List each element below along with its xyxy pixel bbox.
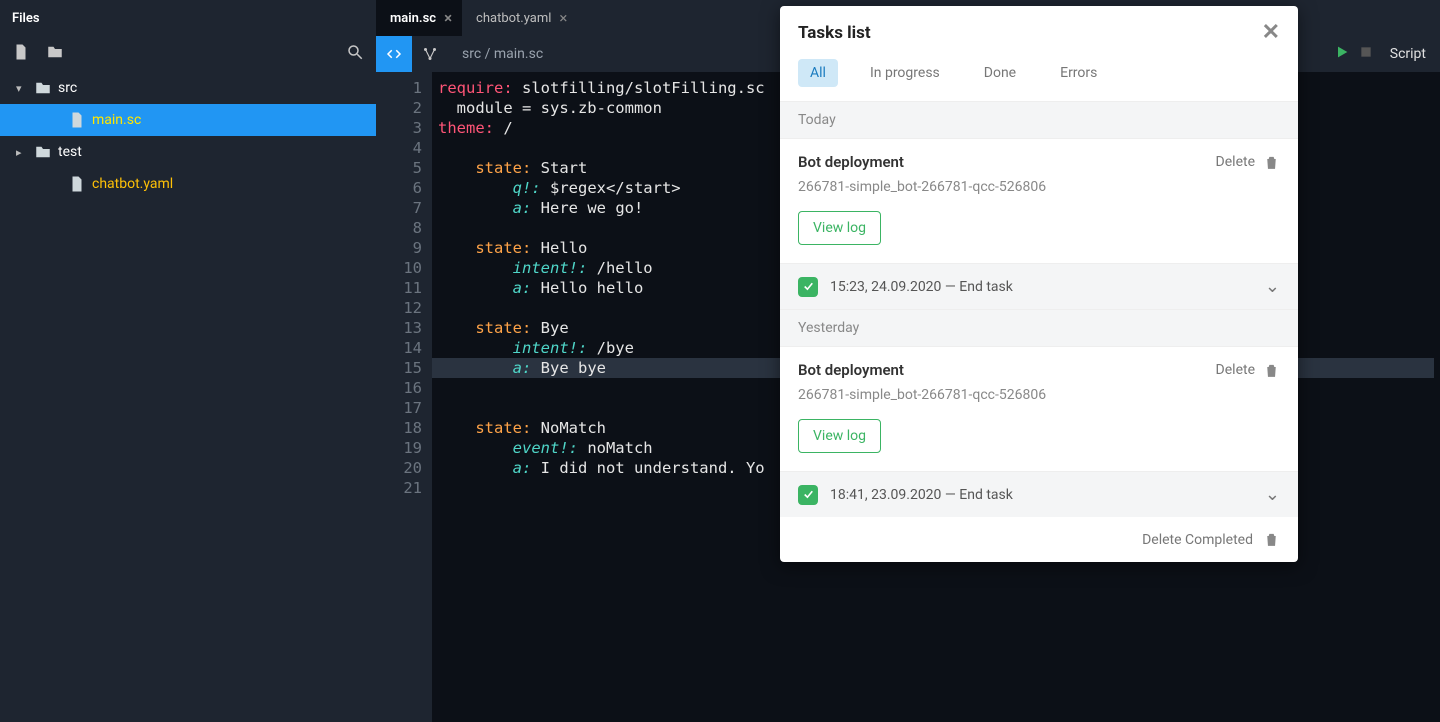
close-icon[interactable]: ✕ <box>1262 20 1280 45</box>
task-card: Bot deployment Delete 266781-simple_bot-26… <box>780 347 1298 471</box>
task-delete-button[interactable]: Delete <box>1216 154 1280 171</box>
editor-tab[interactable]: main.sc × <box>376 0 462 36</box>
task-delete-button[interactable]: Delete <box>1216 362 1280 379</box>
new-file-icon[interactable] <box>12 43 30 65</box>
tree-label: test <box>58 144 82 160</box>
stop-icon[interactable] <box>1358 44 1374 64</box>
file-row[interactable]: chatbot.yaml <box>0 168 376 200</box>
task-meta-text: 15:23, 24.09.2020 — End task <box>830 279 1013 295</box>
sidebar-title: Files <box>0 0 376 36</box>
folder-row[interactable]: ▸test <box>0 136 376 168</box>
tab-close-icon[interactable]: × <box>444 9 452 27</box>
view-log-button[interactable]: View log <box>798 419 881 453</box>
code-mode-button[interactable] <box>376 36 412 72</box>
tree-label: chatbot.yaml <box>92 176 173 192</box>
editor-right-toolbar: Script <box>1334 36 1440 72</box>
check-icon <box>798 277 818 297</box>
trash-icon <box>1263 362 1280 379</box>
task-meta-text: 18:41, 23.09.2020 — End task <box>830 487 1013 503</box>
folder-icon <box>34 79 52 97</box>
trash-icon[interactable] <box>1263 531 1280 548</box>
chevron-down-icon[interactable]: ⌄ <box>1265 484 1280 505</box>
folder-icon <box>34 143 52 161</box>
filter-done[interactable]: Done <box>972 59 1028 87</box>
task-title: Bot deployment <box>798 361 904 379</box>
tasks-panel: Tasks list ✕ All In progress Done Errors To… <box>780 6 1298 562</box>
task-subtitle: 266781-simple_bot-266781-qcc-526806 <box>798 387 1280 403</box>
task-meta-row[interactable]: 15:23, 24.09.2020 — End task ⌄ <box>780 263 1298 309</box>
trash-icon <box>1263 154 1280 171</box>
delete-completed-button[interactable]: Delete Completed <box>1142 532 1253 548</box>
file-tree: ▾src main.sc ▸test chatbot.yaml <box>0 72 376 200</box>
breadcrumb: src / main.sc <box>448 46 543 62</box>
chevron-down-icon[interactable]: ⌄ <box>1265 276 1280 297</box>
tree-label: src <box>58 80 77 96</box>
tree-label: main.sc <box>92 112 141 128</box>
tasks-filters: All In progress Done Errors <box>780 59 1298 101</box>
filter-all[interactable]: All <box>798 59 838 87</box>
check-icon <box>798 485 818 505</box>
folder-row[interactable]: ▾src <box>0 72 376 104</box>
editor-tab[interactable]: chatbot.yaml × <box>462 0 577 36</box>
line-gutter: 123456789101112131415161718192021 <box>376 72 432 722</box>
filter-in-progress[interactable]: In progress <box>858 59 952 87</box>
task-meta-row[interactable]: 18:41, 23.09.2020 — End task ⌄ <box>780 471 1298 517</box>
new-folder-icon[interactable] <box>46 43 64 65</box>
task-subtitle: 266781-simple_bot-266781-qcc-526806 <box>798 179 1280 195</box>
graph-mode-button[interactable] <box>412 36 448 72</box>
file-row[interactable]: main.sc <box>0 104 376 136</box>
tasks-section-label: Yesterday <box>780 309 1298 347</box>
file-sidebar: Files ▾src main.sc ▸test chatbot.yaml <box>0 0 376 722</box>
tab-label: main.sc <box>390 11 436 26</box>
run-icon[interactable] <box>1334 44 1350 64</box>
view-log-button[interactable]: View log <box>798 211 881 245</box>
tasks-footer: Delete Completed <box>780 517 1298 562</box>
sidebar-toolbar <box>0 36 376 72</box>
file-icon <box>68 111 86 129</box>
search-icon[interactable] <box>346 43 364 65</box>
tab-label: chatbot.yaml <box>476 11 551 26</box>
tab-close-icon[interactable]: × <box>559 9 567 27</box>
filter-errors[interactable]: Errors <box>1048 59 1109 87</box>
tasks-title: Tasks list <box>798 23 871 43</box>
tasks-section-label: Today <box>780 101 1298 139</box>
file-icon <box>68 175 86 193</box>
task-title: Bot deployment <box>798 153 904 171</box>
task-card: Bot deployment Delete 266781-simple_bot-26… <box>780 139 1298 263</box>
script-label[interactable]: Script <box>1382 46 1426 62</box>
